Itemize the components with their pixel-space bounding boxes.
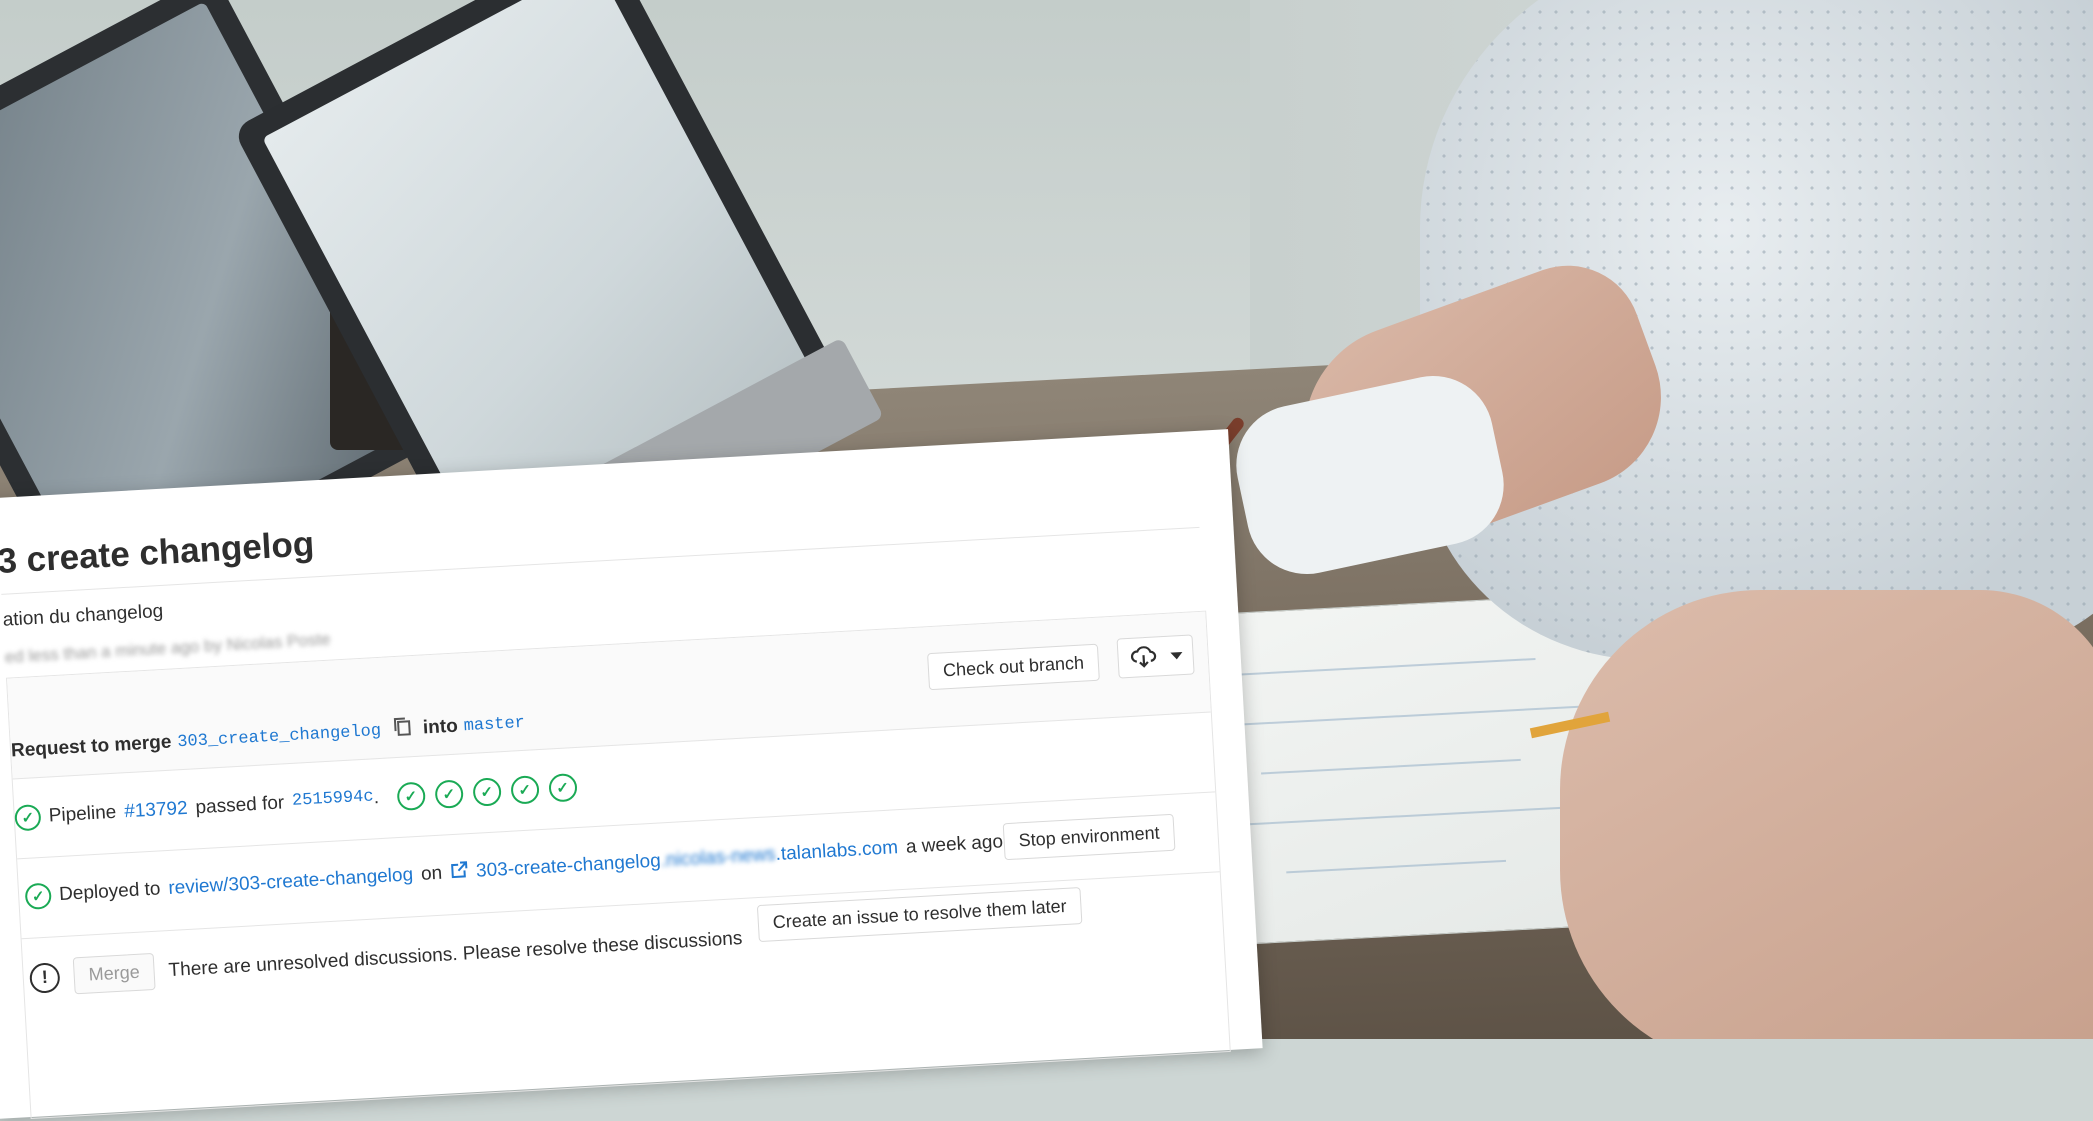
warning-icon: ! — [28, 961, 61, 994]
mr-widget: Check out branch Request to merge 303_cr… — [5, 610, 1231, 1120]
pipeline-status-success-icon[interactable]: ✓ — [14, 804, 42, 832]
environment-url-visible: 303-create-changelog — [475, 850, 662, 882]
pipeline-stages: ✓ ✓ ✓ ✓ ✓ — [396, 773, 578, 812]
stage-4-success-icon[interactable]: ✓ — [509, 775, 540, 805]
environment-url-blurred: .nicolas-news — [660, 844, 777, 872]
deployment-success-icon: ✓ — [24, 882, 52, 910]
environment-url-domain: .talanlabs.com — [775, 837, 899, 866]
stage-2-success-icon[interactable]: ✓ — [434, 779, 464, 809]
commit-period: . — [373, 787, 380, 809]
environment-url-link[interactable]: 303-create-changelog .nicolas-news .talanl… — [476, 837, 899, 883]
pipeline-id-link[interactable]: #13792 — [124, 798, 189, 824]
background-hand-right — [1560, 590, 2093, 1039]
external-link-icon — [450, 860, 469, 885]
pipeline-label: Pipeline — [48, 801, 117, 827]
chevron-down-icon — [1170, 652, 1183, 660]
deployment-time: a week ago — [905, 831, 1004, 858]
unresolved-discussions-message: There are unresolved discussions. Please… — [168, 927, 743, 981]
check-out-branch-button[interactable]: Check out branch — [927, 643, 1100, 691]
on-label: on — [420, 862, 443, 885]
deployed-to-label: Deployed to — [58, 878, 162, 906]
source-branch-link[interactable]: 303_create_changelog — [177, 721, 382, 751]
commit-sha-link[interactable]: 2515994c — [292, 787, 375, 814]
merge-button[interactable]: Merge — [72, 952, 156, 995]
passed-for-label: passed for — [194, 792, 285, 819]
environment-link[interactable]: review/303-create-changelog — [168, 864, 414, 900]
merge-request-panel: 3 create changelog ation du changelog ed… — [0, 429, 1263, 1120]
download-dropdown-button[interactable] — [1116, 634, 1195, 679]
page-title: 3 create changelog — [0, 524, 316, 581]
create-issue-button[interactable]: Create an issue to resolve them later — [756, 887, 1083, 943]
stage-5-success-icon[interactable]: ✓ — [547, 773, 578, 803]
stage-3-success-icon[interactable]: ✓ — [472, 777, 502, 807]
request-to-merge-label: Request to merge — [10, 731, 172, 762]
stage-1-success-icon[interactable]: ✓ — [396, 781, 426, 812]
mr-description: ation du changelog — [2, 600, 164, 631]
cloud-download-icon — [1130, 645, 1157, 673]
stop-environment-button[interactable]: Stop environment — [1002, 813, 1176, 861]
into-label: into — [422, 715, 459, 739]
target-branch-link[interactable]: master — [463, 713, 525, 735]
copy-branch-icon[interactable] — [392, 716, 411, 743]
